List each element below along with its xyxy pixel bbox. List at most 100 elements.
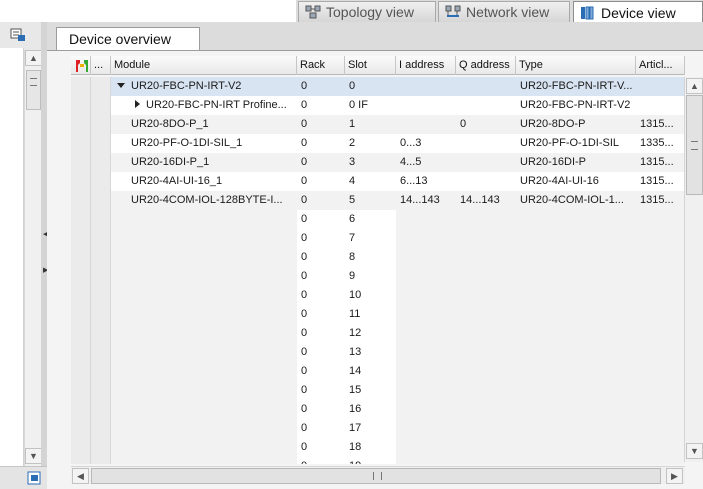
i-address-cell (396, 324, 456, 343)
column-header-status[interactable] (71, 56, 91, 75)
i-address-cell (396, 381, 456, 400)
column-header-rack[interactable]: Rack (297, 56, 345, 75)
collapse-arrow-icon[interactable] (117, 82, 125, 88)
table-row[interactable]: 06 (71, 210, 685, 229)
table-horizontal-scrollbar[interactable]: ◀ ▶ (71, 466, 685, 484)
column-header-article[interactable]: Articl... (636, 56, 685, 75)
article-cell (636, 438, 685, 457)
module-cell (111, 362, 297, 381)
article-cell (636, 96, 685, 115)
slot-cell: 13 (345, 343, 396, 362)
tab-topology-view[interactable]: Topology view (298, 1, 436, 22)
i-address-cell (396, 457, 456, 464)
rack-cell: 0 (301, 118, 308, 130)
module-cell (111, 400, 297, 419)
module-cell: UR20-FBC-PN-IRT Profine... (111, 96, 297, 115)
table-row[interactable]: UR20-4COM-IOL-128BYTE-I... 0 5 14...143 14..… (71, 191, 685, 210)
module-cell (111, 248, 297, 267)
q-address-cell (456, 362, 516, 381)
column-header-more[interactable]: ... (91, 56, 111, 75)
row-more-cell (91, 457, 111, 464)
i-address-cell: 14...143 (400, 194, 440, 206)
table-row[interactable]: 0 18 (71, 438, 685, 457)
table-row[interactable]: 07 (71, 229, 685, 248)
column-header-module[interactable]: Module (111, 56, 297, 75)
scroll-up-icon[interactable]: ▲ (25, 50, 42, 66)
i-address-cell (396, 362, 456, 381)
scroll-down-icon[interactable]: ▼ (686, 443, 703, 459)
table-row[interactable]: 0 15 (71, 381, 685, 400)
table-row[interactable]: UR20-PF-O-1DI-SIL_1 0 2 0...3 UR20-PF-O-1DI-… (71, 134, 685, 153)
table-row[interactable]: 019 (71, 457, 685, 464)
type-cell (516, 248, 636, 267)
i-address-cell: 6...13 (400, 175, 428, 187)
row-more-cell (91, 324, 111, 343)
table-row[interactable]: 0 14 (71, 362, 685, 381)
column-header-slot[interactable]: Slot (345, 56, 396, 75)
slot-cell: 10 (345, 286, 396, 305)
left-pane-scrollbar[interactable]: ▲ ▼ (24, 50, 42, 466)
row-status-cell (71, 96, 91, 115)
table-row[interactable]: 0 11 (71, 305, 685, 324)
module-cell (111, 229, 297, 248)
slot-cell: 4 (349, 175, 356, 187)
rack-cell: 0 (301, 156, 308, 168)
topology-icon (305, 5, 321, 19)
type-cell (516, 438, 636, 457)
scroll-up-icon[interactable]: ▲ (686, 78, 703, 94)
scrollbar-thumb[interactable] (91, 468, 661, 484)
module-cell (111, 210, 297, 229)
rack-cell: 0 (297, 343, 345, 362)
article-cell: 1315... (640, 175, 674, 187)
scrollbar-thumb[interactable] (26, 70, 41, 110)
module-cell: UR20-8DO-P_1 (111, 115, 297, 134)
table-row[interactable]: 0 13 (71, 343, 685, 362)
table-row[interactable]: 0 12 (71, 324, 685, 343)
table-row[interactable]: 08 (71, 248, 685, 267)
scroll-down-icon[interactable]: ▼ (25, 448, 42, 464)
slot-cell: 2 (349, 137, 356, 149)
scroll-right-icon[interactable]: ▶ (666, 468, 683, 484)
row-status-cell (71, 305, 91, 324)
tab-network-view[interactable]: Network view (438, 1, 570, 22)
q-address-cell: 14...143 (460, 194, 500, 206)
scroll-left-icon[interactable]: ◀ (72, 468, 89, 484)
row-more-cell (91, 191, 111, 210)
table-row[interactable]: UR20-16DI-P_1 0 3 4...5 UR20-16DI-P 1315... (71, 153, 685, 172)
type-cell (516, 286, 636, 305)
table-row[interactable]: UR20-FBC-PN-IRT Profine... 0 0 IF UR20-FBC-… (71, 96, 685, 115)
row-status-cell (71, 210, 91, 229)
type-cell (516, 267, 636, 286)
column-header-type[interactable]: Type (516, 56, 636, 75)
row-more-cell (91, 96, 111, 115)
table-row[interactable]: 0 10 (71, 286, 685, 305)
module-cell (111, 286, 297, 305)
table-vertical-scrollbar[interactable]: ▲ ▼ (684, 77, 703, 462)
column-header-i-address[interactable]: I address (396, 56, 456, 75)
expand-arrow-icon[interactable] (135, 100, 140, 109)
rack-cell: 0 (297, 210, 345, 229)
table-row[interactable]: 0 16 (71, 400, 685, 419)
article-cell: 1315... (640, 118, 674, 130)
overview-navigation-icon[interactable] (26, 471, 42, 485)
rack-cell: 0 (301, 99, 308, 111)
row-status-cell (71, 248, 91, 267)
tab-device-view[interactable]: Device view (573, 1, 703, 23)
table-row[interactable]: UR20-4AI-UI-16_1 0 4 6...13 UR20-4AI-UI-16 13… (71, 172, 685, 191)
tab-topology-label: Topology view (326, 4, 414, 20)
row-more-cell (91, 115, 111, 134)
table-row[interactable]: 0 17 (71, 419, 685, 438)
table-row[interactable]: UR20-FBC-PN-IRT-V2 0 0 UR20-FBC-PN-IRT-V... (71, 77, 685, 96)
column-header-q-address[interactable]: Q address (456, 56, 516, 75)
table-row[interactable]: UR20-8DO-P_1 0 1 0 UR20-8DO-P 1315... (71, 115, 685, 134)
row-status-cell (71, 438, 91, 457)
table-row[interactable]: 09 (71, 267, 685, 286)
toolbar-icon[interactable] (10, 28, 26, 42)
module-cell: UR20-PF-O-1DI-SIL_1 (111, 134, 297, 153)
tab-device-overview[interactable]: Device overview (56, 27, 200, 51)
rack-cell: 0 (297, 400, 345, 419)
row-status-cell (71, 77, 91, 96)
row-more-cell (91, 400, 111, 419)
rack-cell: 0 (297, 457, 345, 464)
scrollbar-thumb[interactable] (686, 95, 703, 195)
